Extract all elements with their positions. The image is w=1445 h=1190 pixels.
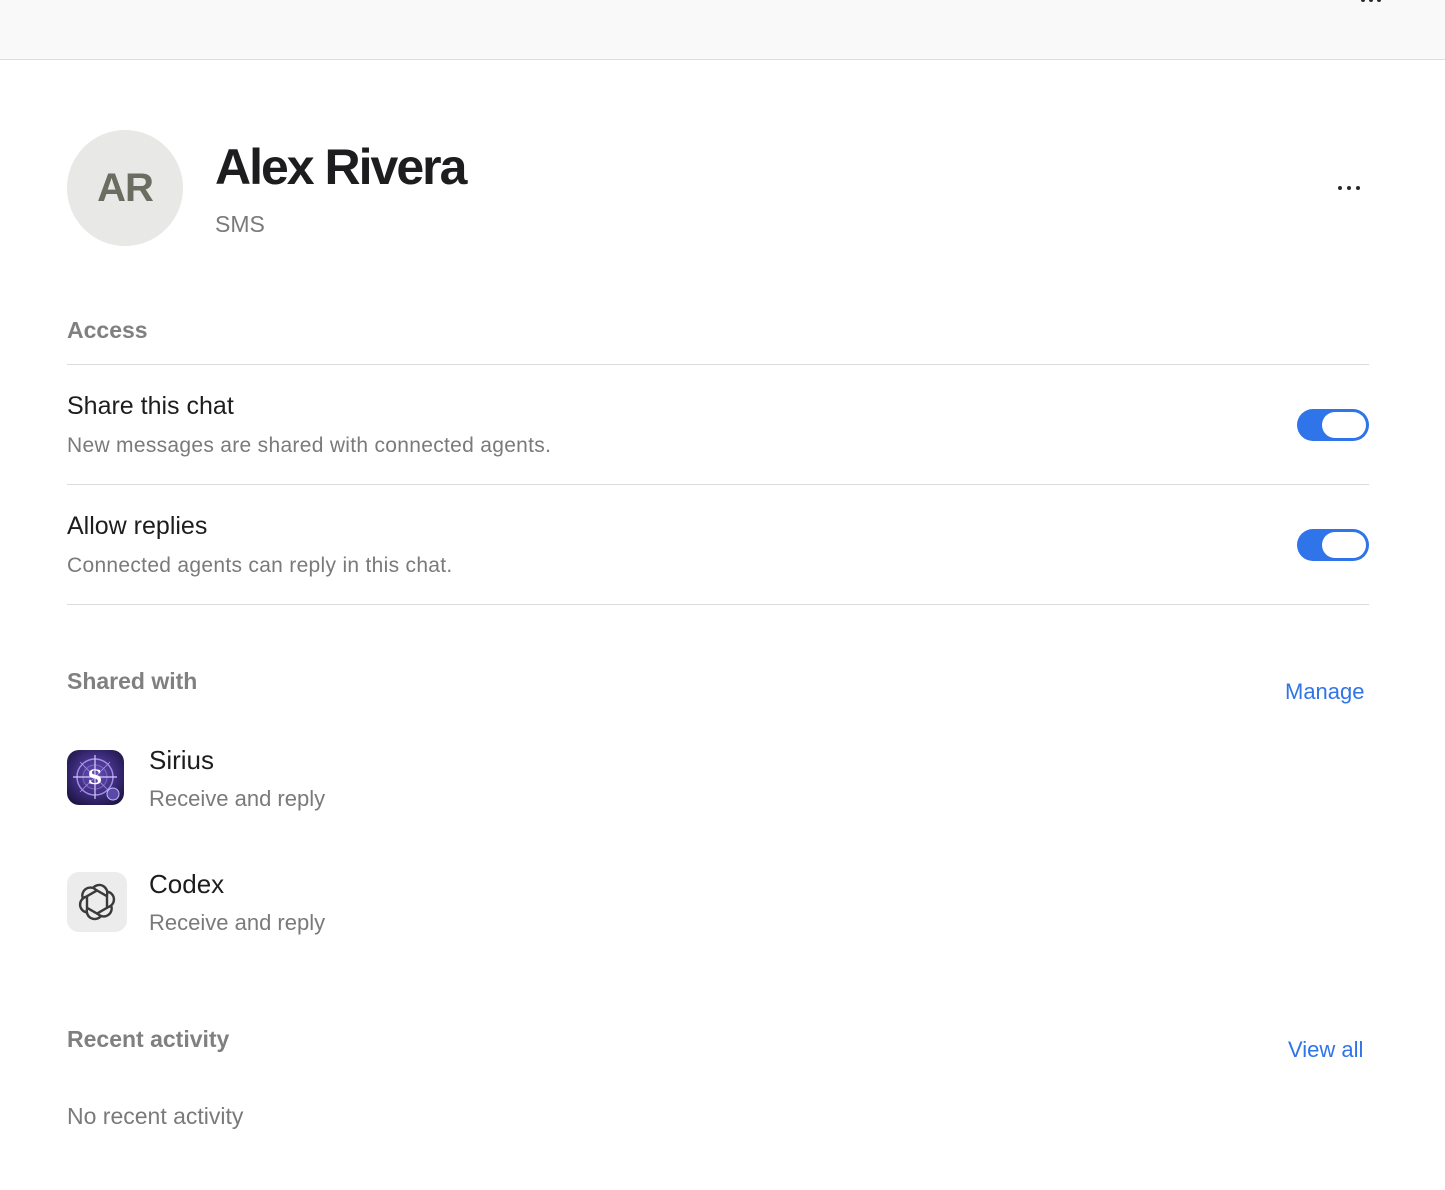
avatar-initials: AR [97,165,154,210]
agent-name: Codex [149,869,225,899]
toggle-knob [1322,412,1366,438]
more-options-icon[interactable] [1356,0,1386,6]
sirius-compass-icon: S [67,750,124,805]
allow-replies-description: Connected agents can reply in this chat. [67,554,453,577]
share-chat-description: New messages are shared with connected a… [67,434,552,457]
agent-permission: Receive and reply [149,910,326,935]
contact-more-options-icon[interactable] [1333,180,1365,196]
share-chat-toggle[interactable] [1297,409,1369,441]
avatar: AR [67,130,183,246]
toggle-knob [1322,532,1366,558]
allow-replies-toggle[interactable] [1297,529,1369,561]
shared-with-section-title: Shared with [67,668,198,694]
manage-link[interactable]: Manage [1285,679,1365,705]
share-chat-title: Share this chat [67,392,234,420]
agent-name: Sirius [149,745,215,775]
view-all-link[interactable]: View all [1288,1037,1363,1063]
contact-channel: SMS [215,211,265,237]
allow-replies-title: Allow replies [67,512,208,540]
openai-knot-icon [67,872,127,932]
divider [67,604,1369,605]
agent-permission: Receive and reply [149,786,326,811]
recent-activity-section-title: Recent activity [67,1026,230,1052]
divider [67,484,1369,485]
recent-activity-empty-text: No recent activity [67,1103,244,1129]
access-section-title: Access [67,317,148,343]
divider [67,364,1369,365]
contact-name: Alex Rivera [215,139,467,195]
svg-text:S: S [88,765,102,789]
top-toolbar [0,0,1445,60]
